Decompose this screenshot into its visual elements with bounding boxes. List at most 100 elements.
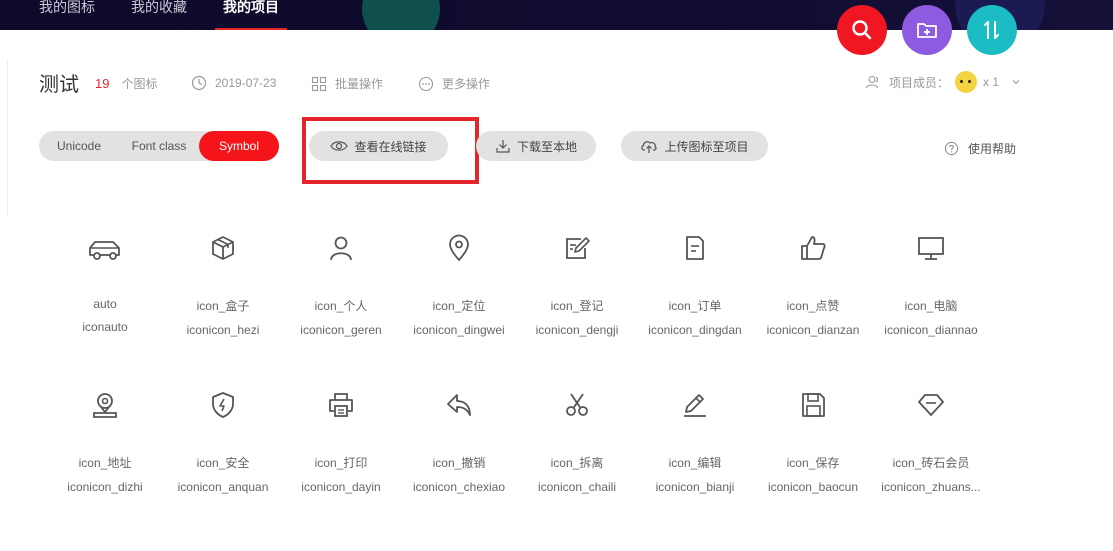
icon-name: icon_登记	[550, 299, 604, 313]
sort-button[interactable]	[967, 5, 1017, 55]
address-icon	[93, 393, 117, 418]
download-icon	[496, 140, 510, 153]
save-icon	[802, 393, 825, 417]
avatar[interactable]	[955, 71, 978, 93]
format-symbol-tab[interactable]: Symbol	[199, 131, 279, 161]
monitor-icon	[918, 237, 944, 260]
icon-card[interactable]: icon_电脑 iconicon_diannao	[872, 233, 990, 337]
icon-count: 19 个图标	[95, 75, 157, 92]
icon-name: icon_订单	[668, 299, 722, 313]
icon-card[interactable]: icon_砖石会员 iconicon_zhuans...	[872, 390, 990, 494]
help-link[interactable]: 使用帮助	[944, 140, 1016, 157]
icon-code: iconicon_diannao	[884, 323, 978, 337]
nav-tab-label: 我的项目	[223, 0, 279, 15]
icon-name: icon_电脑	[904, 299, 958, 313]
icon-card[interactable]: icon_订单 iconicon_dingdan	[636, 233, 754, 337]
help-label: 使用帮助	[968, 142, 1017, 156]
format-font-class-tab[interactable]: Font class	[119, 131, 199, 161]
icon-name: icon_拆离	[550, 456, 604, 470]
highlight-box	[302, 117, 479, 184]
icon-name: icon_打印	[314, 456, 368, 470]
icon-code: iconicon_dizhi	[67, 480, 143, 494]
project-title: 测试	[39, 74, 79, 96]
icon-card[interactable]: icon_撤销 iconicon_chexiao	[400, 390, 518, 494]
icon-name: icon_安全	[196, 456, 250, 470]
format-switch: Unicode Font class Symbol	[39, 131, 279, 161]
register-icon	[566, 237, 590, 259]
icon-code: iconicon_bianji	[655, 480, 735, 494]
grid-icon	[311, 76, 327, 91]
icon-code: iconicon_anquan	[177, 480, 269, 494]
divider	[7, 60, 8, 215]
icon-card[interactable]: icon_安全 iconicon_anquan	[164, 390, 282, 494]
clock-icon	[191, 75, 207, 91]
icon-card[interactable]: icon_定位 iconicon_dingwei	[400, 233, 518, 337]
nav-tab-my-projects[interactable]: 我的项目	[215, 0, 287, 30]
batch-operation-button[interactable]: 批量操作	[311, 75, 383, 92]
icon-code: iconicon_hezi	[186, 323, 260, 337]
project-members[interactable]: 项目成员： x 1	[865, 71, 1021, 93]
icon-card[interactable]: icon_登记 iconicon_dengji	[518, 233, 636, 337]
more-operations-label: 更多操作	[442, 77, 491, 91]
search-button[interactable]	[837, 5, 887, 55]
icon-name: icon_定位	[432, 299, 486, 313]
members-count: x 1	[983, 75, 1000, 89]
user-icon	[330, 236, 352, 261]
icon-code: iconicon_dianzan	[766, 323, 860, 337]
folder-add-icon	[917, 23, 937, 38]
new-folder-button[interactable]	[902, 5, 952, 55]
more-icon	[418, 76, 434, 91]
scissors-icon	[566, 393, 588, 416]
icon-code: iconicon_baocun	[767, 480, 859, 494]
location-pin-icon	[449, 234, 469, 261]
icon-name: icon_盒子	[196, 299, 250, 313]
more-operations-button[interactable]: 更多操作	[418, 75, 490, 92]
icon-card[interactable]: icon_个人 iconicon_geren	[282, 233, 400, 337]
icon-code: iconicon_dingdan	[648, 323, 742, 337]
icon-card[interactable]: icon_拆离 iconicon_chaili	[518, 390, 636, 494]
project-date: 2019-07-23	[191, 75, 276, 91]
icon-card[interactable]: icon_点赞 iconicon_dianzan	[754, 233, 872, 337]
icon-name: icon_砖石会员	[892, 456, 970, 470]
format-unicode-tab[interactable]: Unicode	[39, 131, 119, 161]
project-date-value: 2019-07-23	[215, 76, 277, 90]
icon-count-value: 19	[95, 76, 110, 91]
icon-card[interactable]: icon_盒子 iconicon_hezi	[164, 233, 282, 337]
diamond-icon	[918, 394, 944, 416]
icon-code: iconicon_chexiao	[412, 480, 506, 494]
icon-name: icon_编辑	[668, 456, 722, 470]
icon-count-unit: 个图标	[121, 77, 158, 91]
icon-card[interactable]: icon_编辑 iconicon_bianji	[636, 390, 754, 494]
thumbs-up-icon	[801, 236, 826, 260]
nav-tab-my-icons[interactable]: 我的图标	[39, 0, 95, 30]
icon-card[interactable]: icon_打印 iconicon_dayin	[282, 390, 400, 494]
download-button[interactable]: 下载至本地	[476, 131, 596, 161]
icon-code: iconicon_dengji	[535, 323, 619, 337]
icon-name: icon_地址	[78, 456, 132, 470]
sort-icon	[984, 21, 999, 39]
order-icon	[686, 236, 704, 260]
car-icon	[89, 241, 120, 260]
icon-code: iconicon_geren	[300, 323, 382, 337]
upload-button[interactable]: 上传图标至项目	[621, 131, 768, 161]
icon-name: icon_保存	[786, 456, 840, 470]
icon-card[interactable]: icon_保存 iconicon_baocun	[754, 390, 872, 494]
box-icon	[212, 236, 234, 260]
icon-name: icon_点赞	[786, 299, 840, 313]
icon-code: iconicon_dayin	[301, 480, 381, 494]
icon-code: iconauto	[82, 320, 128, 334]
members-icon	[865, 75, 879, 89]
icon-name: auto	[93, 297, 117, 311]
icon-card[interactable]: icon_地址 iconicon_dizhi	[46, 390, 164, 494]
chevron-down-icon[interactable]	[1011, 77, 1021, 87]
nav-tab-my-favorites[interactable]: 我的收藏	[131, 0, 187, 30]
edit-icon	[684, 394, 706, 417]
icon-card[interactable]: auto iconauto	[46, 233, 164, 334]
printer-icon	[329, 393, 353, 417]
upload-label: 上传图标至项目	[664, 139, 749, 154]
icon-code: iconicon_chaili	[537, 480, 617, 494]
shield-icon	[212, 392, 234, 418]
members-label: 项目成员：	[889, 75, 950, 90]
download-label: 下载至本地	[516, 139, 577, 154]
icon-name: icon_撤销	[432, 456, 486, 470]
